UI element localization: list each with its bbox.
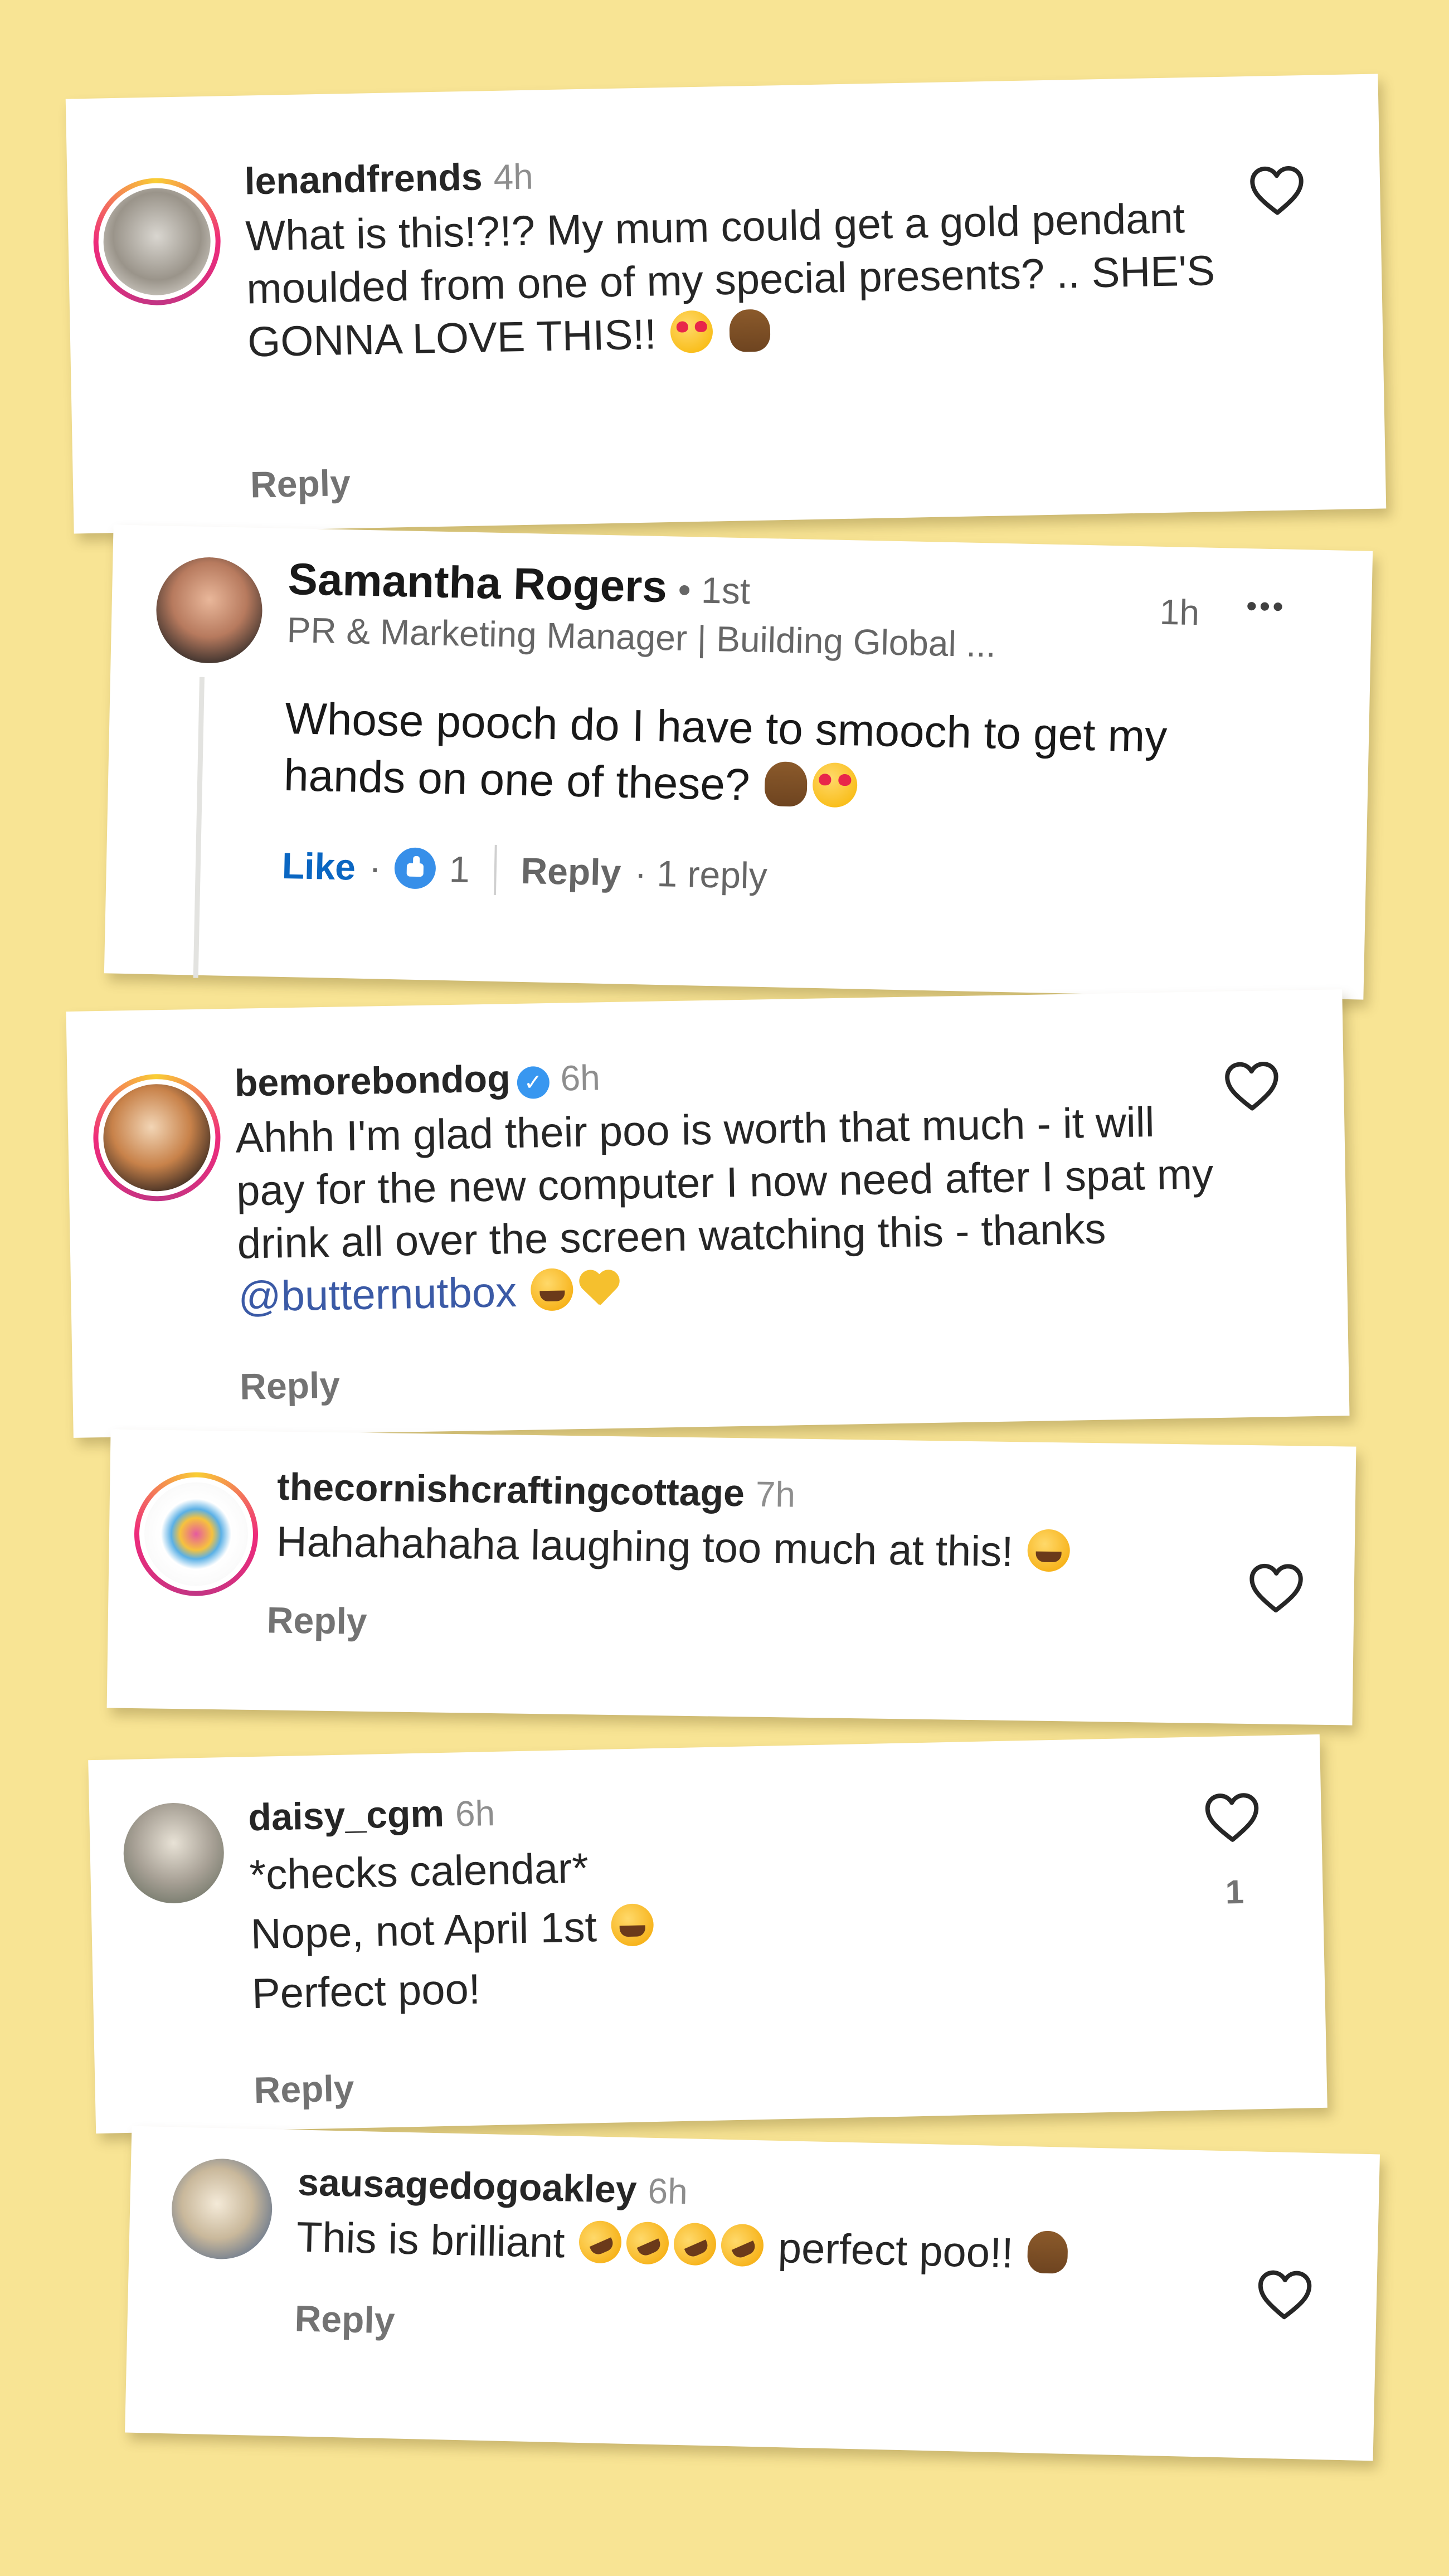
rofl-emoji — [572, 2214, 629, 2270]
rofl-emoji — [667, 2216, 723, 2272]
username[interactable]: lenandfrends — [244, 155, 483, 202]
timestamp: 6h — [647, 2170, 688, 2212]
poo-emoji — [1027, 2230, 1069, 2274]
divider — [493, 844, 497, 895]
timestamp: 6h — [455, 1792, 495, 1834]
avatar[interactable] — [92, 177, 222, 307]
avatar[interactable] — [92, 1073, 222, 1203]
timestamp: 4h — [493, 156, 534, 197]
thread-line — [193, 677, 205, 978]
reply-button[interactable]: Reply — [254, 2067, 354, 2111]
heart-outline-icon[interactable] — [1256, 2269, 1313, 2321]
joy-emoji — [1027, 1529, 1071, 1572]
heart-outline-icon[interactable] — [1223, 1060, 1280, 1112]
connection-degree: • 1st — [677, 568, 751, 612]
comment-text: Ahhh I'm glad their poo is worth that mu… — [235, 1098, 1214, 1321]
reply-count[interactable]: · 1 reply — [634, 852, 768, 897]
rofl-emoji — [620, 2215, 676, 2271]
timestamp: 1h — [1159, 591, 1200, 633]
reply-button[interactable]: Reply — [294, 2297, 395, 2341]
username[interactable]: daisy_cgm — [248, 1792, 445, 1839]
joy-emoji — [610, 1903, 654, 1947]
reaction-count: 1 — [449, 848, 470, 890]
comment-card-daisy-cgm: daisy_cgm 6h *checks calendar* Nope, not … — [88, 1734, 1328, 2134]
comment-card-sausagedogoakley: sausagedogoakley 6h This is brilliant per… — [125, 2126, 1380, 2461]
avatar[interactable] — [133, 1471, 259, 1597]
heart-eyes-emoji — [670, 310, 713, 354]
reply-button[interactable]: Reply — [266, 1598, 367, 1642]
comment-text: Hahahahaha laughing too much at this! — [276, 1515, 1268, 1582]
username[interactable]: thecornishcraftingcottage — [277, 1466, 745, 1515]
username[interactable]: sausagedogoakley — [297, 2161, 637, 2211]
reply-button[interactable]: Reply — [521, 849, 621, 894]
heart-outline-icon[interactable] — [1248, 164, 1305, 217]
like-count: 1 — [1224, 1873, 1244, 1911]
comment-text: *checks calendar* Nope, not April 1st Pe… — [249, 1826, 1200, 2024]
comment-card-bemorebondog: bemorebondog ✓ 6h Ahhh I'm glad their poo … — [66, 989, 1350, 1438]
comment-text: What is this!?!? My mum could get a gold… — [245, 195, 1215, 366]
commenter-headline: PR & Marketing Manager | Building Global… — [286, 609, 996, 665]
mention-link[interactable]: @butternutbox — [238, 1268, 517, 1321]
more-options-icon[interactable]: ••• — [1246, 587, 1286, 624]
poo-emoji — [764, 761, 808, 807]
comment-card-lenandfrends: lenandfrends 4h What is this!?!? My mum c… — [65, 74, 1387, 534]
verified-badge-icon: ✓ — [517, 1066, 550, 1099]
heart-outline-icon[interactable] — [1248, 1562, 1304, 1614]
username[interactable]: bemorebondog — [234, 1057, 510, 1105]
reply-button[interactable]: Reply — [240, 1364, 341, 1408]
avatar[interactable] — [155, 556, 264, 665]
heart-eyes-emoji — [812, 762, 858, 808]
comment-text: Whose pooch do I have to smooch to get m… — [283, 693, 1168, 810]
separator-dot: · — [368, 847, 382, 888]
timestamp: 7h — [755, 1474, 796, 1515]
poo-emoji — [729, 309, 771, 352]
yellow-heart-emoji — [578, 1267, 621, 1310]
avatar[interactable] — [171, 2157, 274, 2261]
joy-emoji — [531, 1268, 574, 1311]
like-reaction-icon — [394, 847, 436, 890]
comment-card-thecornishcraftingcottage: thecornishcraftingcottage 7h Hahahahaha l… — [106, 1429, 1356, 1726]
comment-card-samantha-rogers: Samantha Rogers • 1st PR & Marketing Mana… — [104, 524, 1373, 1000]
timestamp: 6h — [560, 1057, 601, 1099]
reply-button[interactable]: Reply — [250, 461, 351, 506]
commenter-name[interactable]: Samantha Rogers — [288, 554, 668, 611]
avatar[interactable] — [122, 1802, 225, 1904]
like-button[interactable]: Like — [281, 844, 356, 888]
heart-outline-icon[interactable] — [1204, 1791, 1261, 1844]
rofl-emoji — [714, 2217, 771, 2273]
